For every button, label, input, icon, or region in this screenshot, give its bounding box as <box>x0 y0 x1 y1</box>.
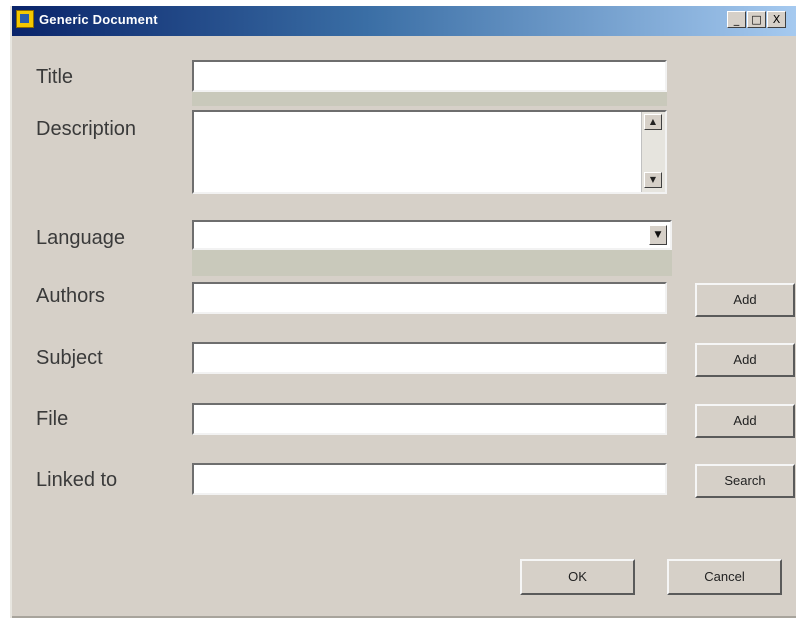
field-shadow <box>192 250 672 276</box>
title-bar[interactable]: Generic Document _ □ X <box>12 6 796 36</box>
title-label: Title <box>36 66 74 88</box>
description-textarea[interactable]: ▲ ▼ <box>192 110 667 194</box>
close-button[interactable]: X <box>767 11 786 28</box>
maximize-button[interactable]: □ <box>747 11 766 28</box>
scroll-down-icon[interactable]: ▼ <box>644 172 662 188</box>
chevron-down-icon[interactable]: ▼ <box>649 225 667 245</box>
file-label: File <box>36 408 69 430</box>
description-label: Description <box>36 118 137 140</box>
language-combobox[interactable]: ▼ <box>192 220 672 250</box>
authors-field[interactable] <box>192 282 667 314</box>
ok-button[interactable]: OK <box>520 559 635 595</box>
file-field[interactable] <box>192 403 667 435</box>
scroll-up-icon[interactable]: ▲ <box>644 114 662 130</box>
subject-field[interactable] <box>192 342 667 374</box>
language-label: Language <box>36 227 125 249</box>
file-add-button[interactable]: Add <box>695 404 795 438</box>
subject-label: Subject <box>36 347 103 369</box>
search-button[interactable]: Search <box>695 464 795 498</box>
authors-add-button[interactable]: Add <box>695 283 795 317</box>
dialog-bottom-edge <box>12 616 796 618</box>
generic-document-dialog: Generic Document _ □ X Title Description… <box>10 6 796 618</box>
cancel-button[interactable]: Cancel <box>667 559 782 595</box>
field-shadow <box>192 92 667 106</box>
title-field[interactable] <box>192 60 667 92</box>
app-icon <box>16 10 34 28</box>
window-title: Generic Document <box>39 12 158 27</box>
minimize-button[interactable]: _ <box>727 11 746 28</box>
authors-label: Authors <box>36 285 105 307</box>
subject-add-button[interactable]: Add <box>695 343 795 377</box>
description-scrollbar[interactable]: ▲ ▼ <box>641 112 665 192</box>
linked-to-label: Linked to <box>36 469 118 491</box>
linked-to-field[interactable] <box>192 463 667 495</box>
